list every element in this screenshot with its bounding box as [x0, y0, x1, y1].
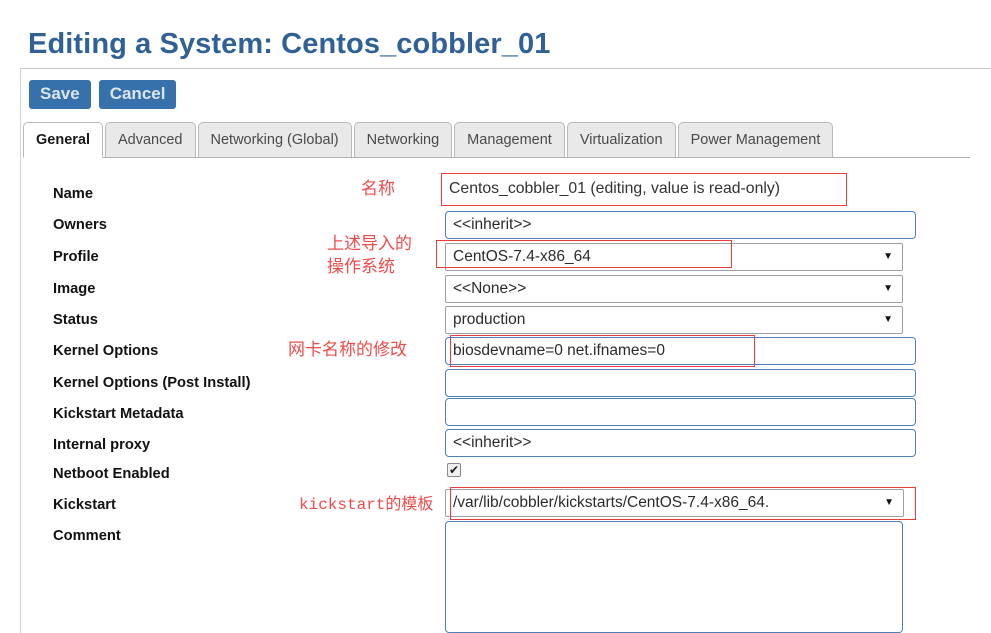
- profile-select-value: CentOS-7.4-x86_64: [453, 248, 591, 265]
- kickstart-select[interactable]: /var/lib/cobbler/kickstarts/CentOS-7.4-x…: [445, 489, 904, 517]
- chevron-down-icon: ▼: [884, 497, 894, 508]
- profile-select[interactable]: CentOS-7.4-x86_64 ▼: [445, 243, 903, 271]
- annotation-profile-line1: 上述导入的: [327, 234, 412, 253]
- tab-strip-underline: [23, 157, 970, 158]
- chevron-down-icon: ▼: [883, 283, 893, 294]
- tab-general[interactable]: General: [23, 122, 103, 158]
- label-kernel-options-post: Kernel Options (Post Install): [53, 375, 251, 391]
- image-select-value: <<None>>: [453, 280, 527, 297]
- annotation-profile-line2: 操作系统: [327, 257, 395, 276]
- label-comment: Comment: [53, 528, 121, 544]
- kickstart-metadata-input[interactable]: [445, 398, 916, 426]
- netboot-enabled-checkbox[interactable]: ✔: [447, 463, 461, 477]
- label-kickstart: Kickstart: [53, 497, 116, 513]
- kickstart-select-value: /var/lib/cobbler/kickstarts/CentOS-7.4-x…: [453, 494, 770, 511]
- annotation-name: 名称: [361, 179, 395, 198]
- owners-input[interactable]: <<inherit>>: [445, 211, 916, 239]
- check-icon: ✔: [448, 463, 460, 477]
- label-internal-proxy: Internal proxy: [53, 437, 151, 453]
- image-select[interactable]: <<None>> ▼: [445, 275, 903, 303]
- internal-proxy-input[interactable]: <<inherit>>: [445, 429, 916, 457]
- label-netboot-enabled: Netboot Enabled: [53, 466, 170, 482]
- status-select[interactable]: production ▼: [445, 306, 903, 334]
- label-status: Status: [53, 312, 98, 328]
- system-edit-page: Editing a System: Centos_cobbler_01 Save…: [0, 0, 991, 633]
- annotation-kernel: 网卡名称的修改: [288, 340, 407, 359]
- kernel-options-post-input[interactable]: [445, 369, 916, 397]
- name-value: Centos_cobbler_01 (editing, value is rea…: [449, 180, 781, 197]
- label-profile: Profile: [53, 249, 99, 265]
- general-form: Name Centos_cobbler_01 (editing, value i…: [0, 0, 991, 633]
- annotation-kickstart: kickstart的模板: [299, 496, 434, 514]
- comment-textarea[interactable]: [445, 521, 903, 633]
- kernel-options-input[interactable]: biosdevname=0 net.ifnames=0: [445, 337, 916, 365]
- chevron-down-icon: ▼: [883, 251, 893, 262]
- label-kickstart-metadata: Kickstart Metadata: [53, 406, 184, 422]
- chevron-down-icon: ▼: [883, 314, 893, 325]
- label-owners: Owners: [53, 217, 107, 233]
- label-image: Image: [53, 281, 96, 297]
- label-name: Name: [53, 186, 94, 202]
- status-select-value: production: [453, 311, 526, 328]
- label-kernel-options: Kernel Options: [53, 343, 159, 359]
